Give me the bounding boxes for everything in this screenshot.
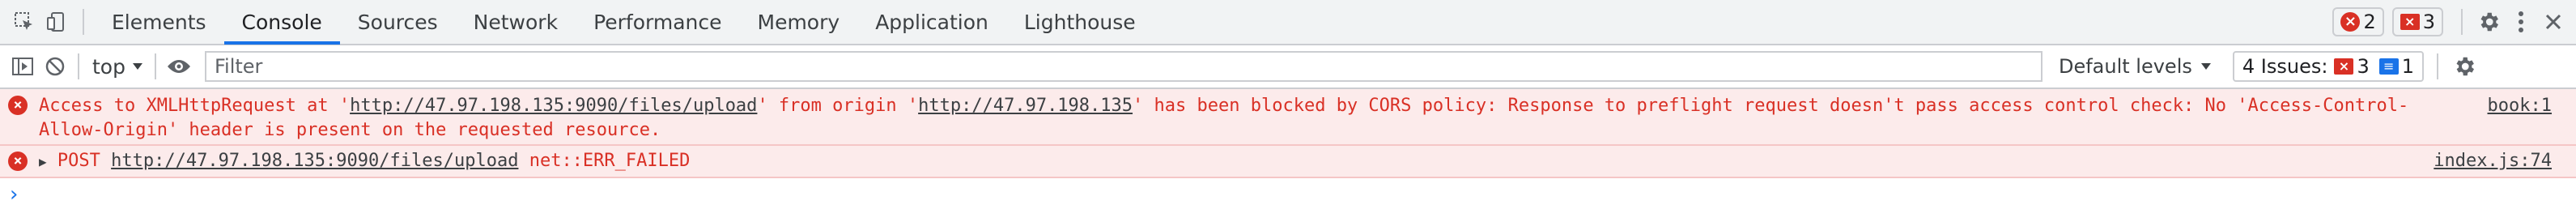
- context-label: top: [92, 54, 125, 79]
- filter-input[interactable]: Filter: [204, 51, 2043, 82]
- tab-application[interactable]: Application: [857, 0, 1006, 45]
- tab-elements[interactable]: Elements: [94, 0, 224, 45]
- log-levels-label: Default levels: [2058, 55, 2192, 78]
- console-settings-gear-icon[interactable]: [2448, 50, 2480, 83]
- device-toolbar-icon[interactable]: [40, 6, 73, 38]
- close-icon[interactable]: [2537, 6, 2570, 38]
- message-text: ▶ POST http://47.97.198.135:9090/files/u…: [39, 150, 691, 171]
- message-source-link[interactable]: index.js:74: [2417, 149, 2576, 173]
- error-count: 2: [2363, 11, 2376, 33]
- inspect-element-icon[interactable]: [8, 6, 40, 38]
- tab-console[interactable]: Console: [223, 0, 340, 45]
- console-toolbar: top Filter Default levels 4 Issues: × 3 …: [0, 45, 2576, 89]
- dropdown-arrow-icon: [2200, 63, 2211, 70]
- expand-triangle-icon[interactable]: ▶: [39, 154, 47, 169]
- issues-info-count: 1: [2401, 55, 2414, 78]
- error-icon: ×: [8, 96, 28, 115]
- sidebar-toggle-icon[interactable]: [6, 50, 39, 83]
- message-link[interactable]: http://47.97.198.135: [918, 96, 1133, 116]
- tab-network[interactable]: Network: [456, 0, 576, 45]
- console-error-message: × ▶ POST http://47.97.198.135:9090/files…: [0, 146, 2576, 178]
- context-selector[interactable]: top: [92, 55, 143, 79]
- error-count-badge[interactable]: × 2: [2332, 7, 2384, 36]
- filter-placeholder: Filter: [214, 55, 263, 78]
- issue-count: 3: [2422, 11, 2435, 33]
- issues-error-count: 3: [2357, 55, 2370, 78]
- tab-performance[interactable]: Performance: [576, 0, 739, 45]
- message-link[interactable]: http://47.97.198.135:9090/files/upload: [350, 96, 757, 116]
- message-link[interactable]: http://47.97.198.135:9090/files/upload: [111, 151, 518, 171]
- prompt-chevron-icon: ›: [10, 182, 19, 207]
- divider: [2437, 53, 2438, 79]
- divider: [83, 9, 84, 35]
- issue-info-icon: ≡: [2378, 58, 2399, 75]
- console-prompt[interactable]: ›: [0, 178, 2576, 211]
- dropdown-arrow-icon: [132, 63, 142, 70]
- divider: [2461, 9, 2463, 35]
- gear-icon[interactable]: [2472, 6, 2505, 38]
- devtools-tabbar: Elements Console Sources Network Perform…: [0, 0, 2576, 45]
- error-icon: ×: [8, 152, 28, 171]
- issues-button[interactable]: 4 Issues: × 3 ≡ 1: [2232, 51, 2424, 82]
- eye-icon[interactable]: [163, 50, 195, 83]
- tab-lighthouse[interactable]: Lighthouse: [1006, 0, 1154, 45]
- tab-memory[interactable]: Memory: [740, 0, 858, 45]
- clear-console-icon[interactable]: [39, 50, 71, 83]
- issues-label: 4 Issues:: [2242, 55, 2328, 78]
- message-text: Access to XMLHttpRequest at 'http://47.9…: [39, 96, 2409, 140]
- divider: [78, 53, 79, 79]
- more-options-icon[interactable]: [2505, 6, 2537, 38]
- issue-error-icon: ×: [2400, 14, 2420, 30]
- message-source-link[interactable]: book:1: [2472, 89, 2576, 144]
- issue-error-icon: ×: [2334, 58, 2354, 75]
- console-error-message: × Access to XMLHttpRequest at 'http://47…: [0, 89, 2576, 146]
- error-icon: ×: [2340, 12, 2361, 32]
- log-levels-dropdown[interactable]: Default levels: [2059, 55, 2212, 78]
- issue-count-badge[interactable]: × 3: [2391, 7, 2443, 36]
- tab-sources[interactable]: Sources: [340, 0, 456, 45]
- divider: [154, 53, 156, 79]
